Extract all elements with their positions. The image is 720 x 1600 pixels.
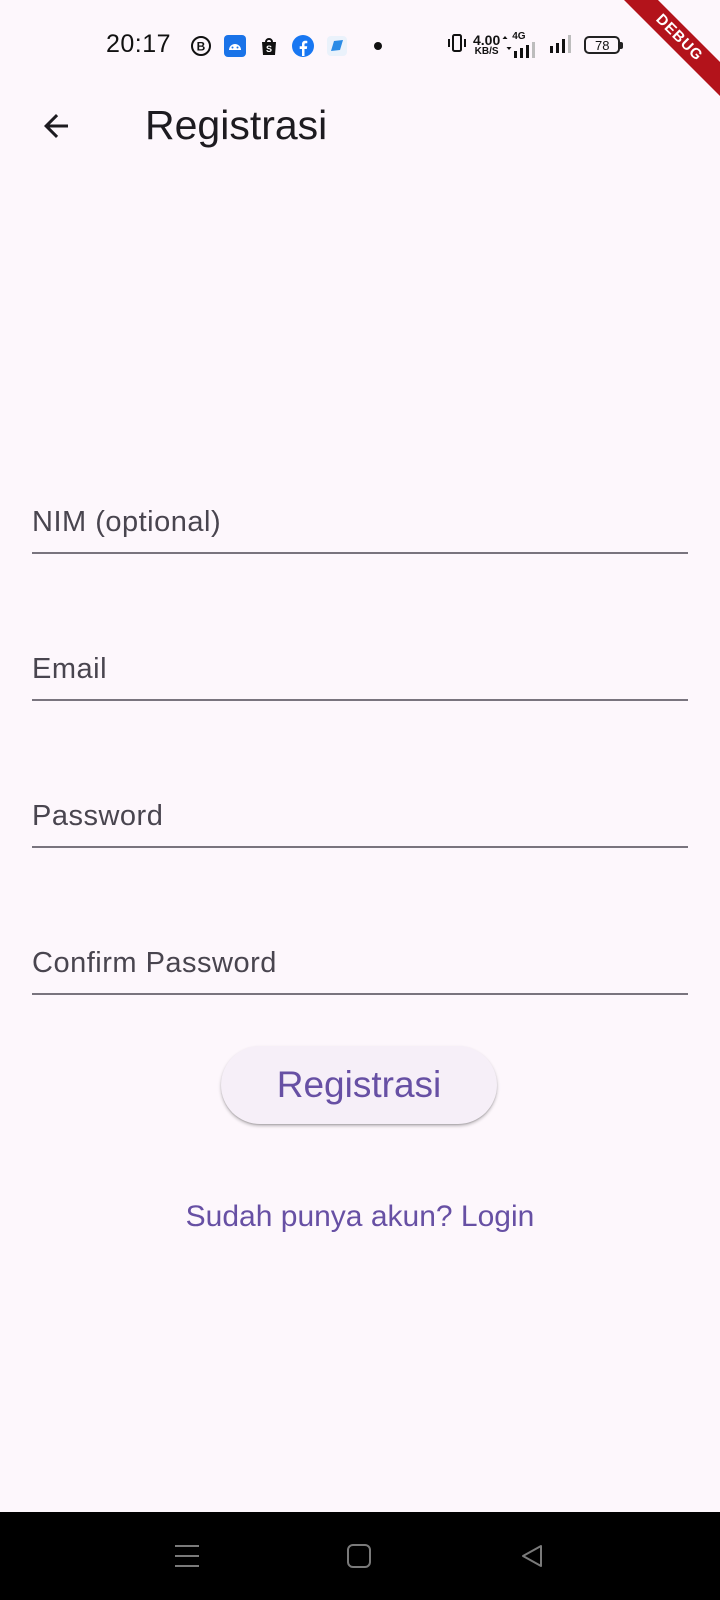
password-input[interactable]	[32, 786, 688, 846]
facebook-icon	[292, 35, 314, 57]
status-time: 20:17	[106, 30, 172, 58]
login-link[interactable]: Sudah punya akun? Login	[0, 1200, 720, 1234]
android-icon	[224, 35, 246, 57]
signal-strength-icon-2	[548, 33, 574, 58]
signal-4g: 4G	[512, 32, 538, 58]
blue-app-icon	[326, 35, 348, 57]
confirm-password-field[interactable]	[32, 903, 688, 995]
navigation-bar	[0, 1512, 720, 1600]
nim-field[interactable]	[32, 462, 688, 554]
email-field[interactable]	[32, 609, 688, 701]
system-icons: 4.00 KB/S 4G 78	[447, 30, 624, 60]
status-bar: 20:17 B S 4.00 KB/S 4G 78 DEBUG	[0, 0, 720, 100]
signal-strength-icon	[514, 42, 536, 58]
back-button[interactable]	[28, 98, 84, 154]
confirm-password-input[interactable]	[32, 933, 688, 993]
svg-text:S: S	[266, 44, 272, 54]
battery-icon: 78	[584, 36, 624, 54]
app-bar: Registrasi	[0, 92, 720, 160]
recent-apps-button[interactable]	[171, 1540, 203, 1572]
register-button-label: Registrasi	[276, 1064, 442, 1105]
more-notifications-dot	[374, 42, 382, 50]
svg-text:B: B	[197, 40, 206, 54]
b-circle-icon: B	[190, 35, 212, 57]
page-title: Registrasi	[145, 102, 328, 148]
vibrate-icon	[447, 32, 467, 59]
shopee-bag-icon: S	[258, 35, 280, 57]
nim-input[interactable]	[32, 492, 688, 552]
back-nav-button[interactable]	[516, 1540, 548, 1572]
password-field[interactable]	[32, 756, 688, 848]
register-button[interactable]: Registrasi	[221, 1046, 497, 1124]
data-arrows-icon	[502, 34, 512, 57]
net-speed: 4.00 KB/S	[473, 32, 501, 57]
triangle-back-icon	[522, 1545, 542, 1567]
notification-icons: B S	[190, 34, 382, 58]
home-button[interactable]	[343, 1540, 375, 1572]
arrow-back-icon	[44, 114, 68, 138]
email-input[interactable]	[32, 639, 688, 699]
square-icon	[347, 1544, 371, 1568]
menu-lines-icon	[175, 1545, 199, 1567]
